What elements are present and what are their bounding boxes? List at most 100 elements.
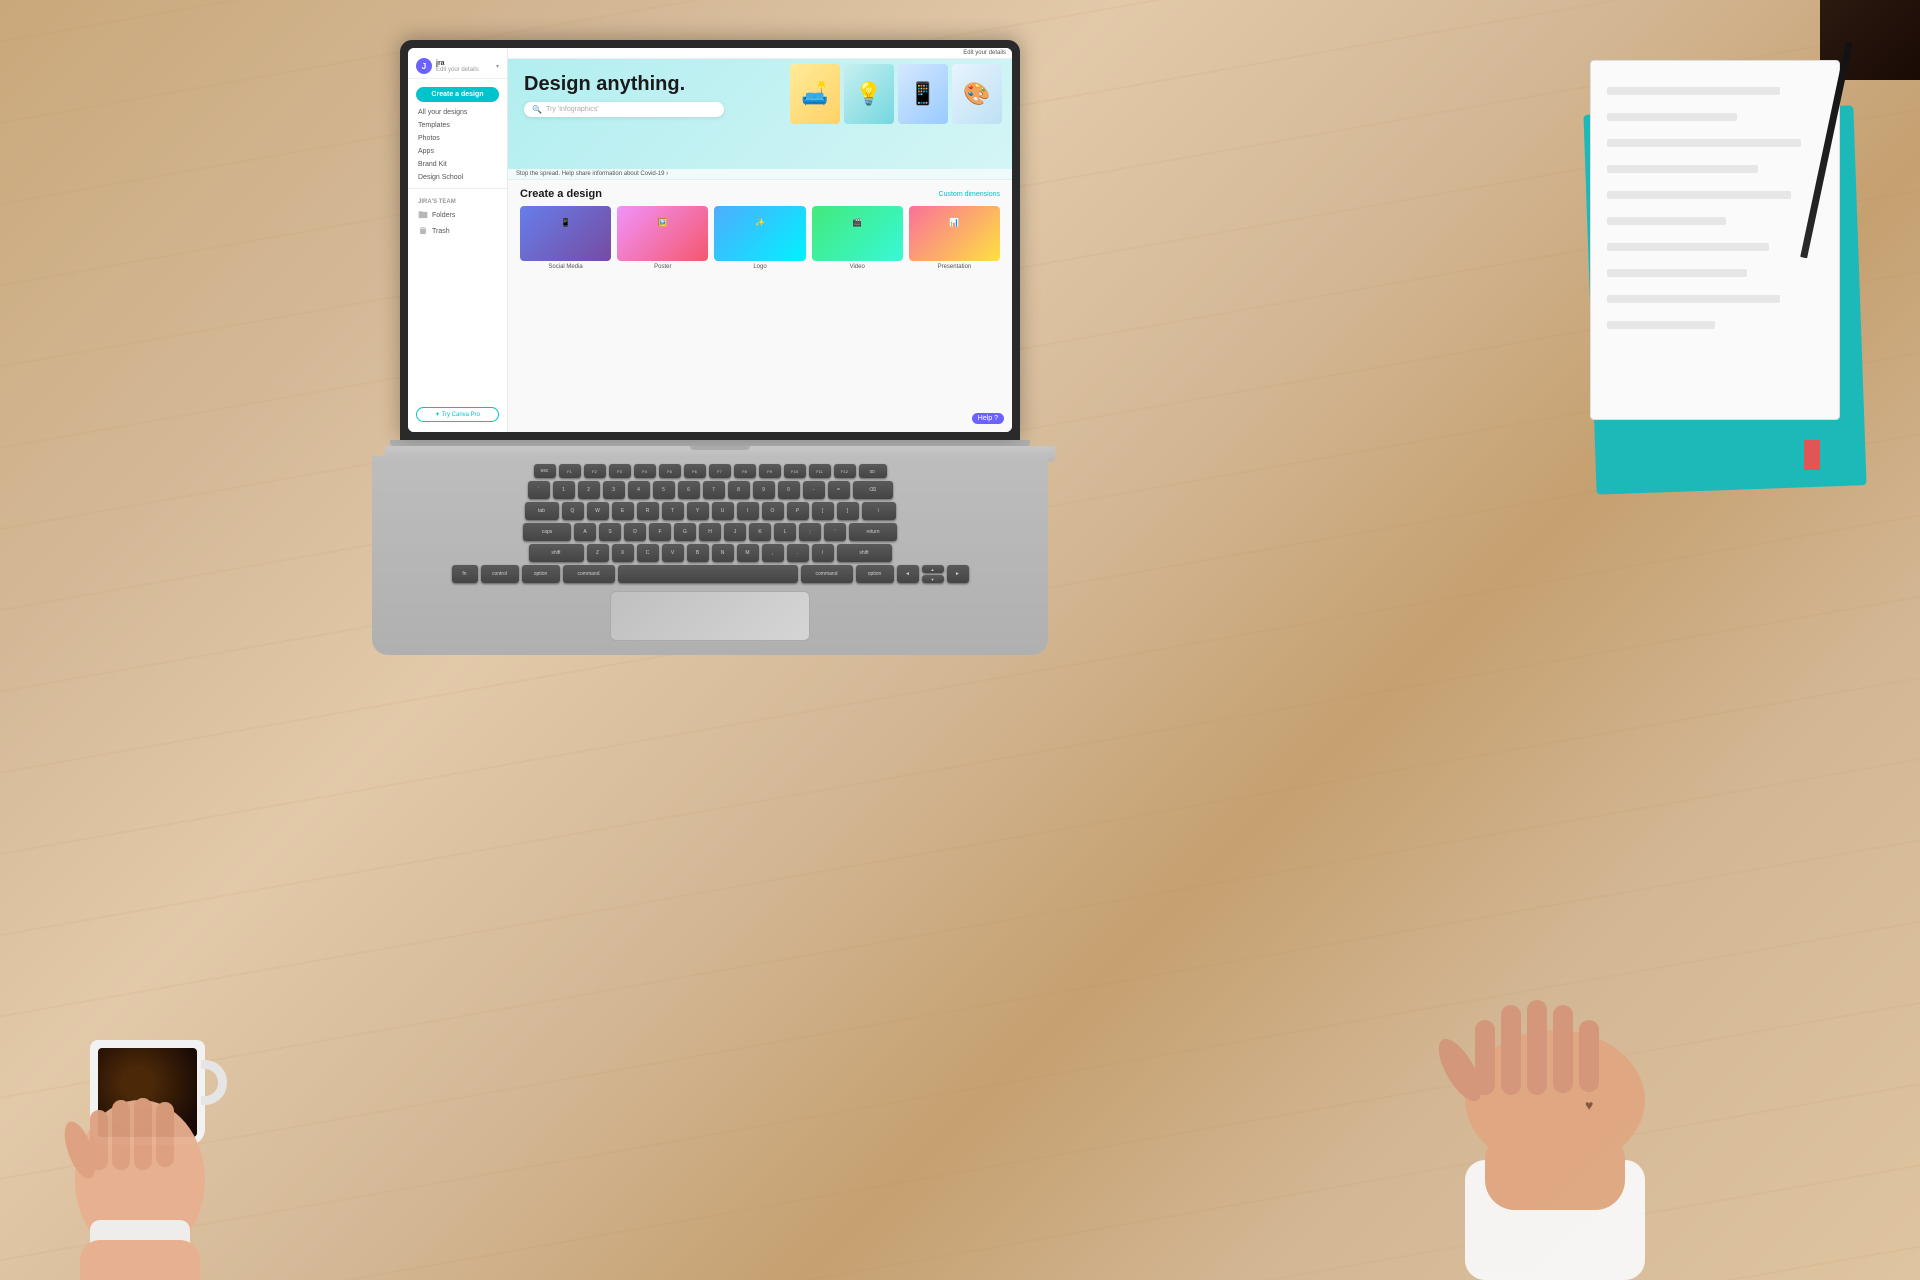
key-f10[interactable]: F10	[784, 464, 806, 478]
key-f1[interactable]: F1	[559, 464, 581, 478]
create-design-button[interactable]: Create a design	[416, 87, 499, 102]
key-i[interactable]: I	[737, 502, 759, 520]
key-control[interactable]: control	[481, 565, 519, 583]
topbar-link[interactable]: Edit your details	[963, 50, 1006, 56]
sidebar-user-section[interactable]: J jra Edit your details ▾	[408, 54, 507, 79]
key-option-right[interactable]: option	[856, 565, 894, 583]
key-semicolon[interactable]: ;	[799, 523, 821, 541]
key-backtick[interactable]: `	[528, 481, 550, 499]
covid-banner[interactable]: Stop the spread. Help share information …	[508, 169, 1012, 180]
key-e[interactable]: E	[612, 502, 634, 520]
key-arrow-up[interactable]: ▲	[922, 565, 944, 573]
key-8[interactable]: 8	[728, 481, 750, 499]
key-y[interactable]: Y	[687, 502, 709, 520]
sidebar-item-photos[interactable]: Photos	[408, 132, 507, 145]
key-return[interactable]: return	[849, 523, 897, 541]
key-g[interactable]: G	[674, 523, 696, 541]
key-f6[interactable]: F6	[684, 464, 706, 478]
key-arrow-left[interactable]: ◄	[897, 565, 919, 583]
key-r[interactable]: R	[637, 502, 659, 520]
key-f3[interactable]: F3	[609, 464, 631, 478]
design-card-logo[interactable]: ✨ Logo	[714, 206, 805, 270]
key-b[interactable]: B	[687, 544, 709, 562]
try-canva-pro-button[interactable]: ✦ Try Canva Pro	[416, 407, 499, 422]
key-tab[interactable]: tab	[525, 502, 559, 520]
key-backspace[interactable]: ⌫	[853, 481, 893, 499]
key-slash[interactable]: /	[812, 544, 834, 562]
help-button[interactable]: Help ?	[972, 413, 1004, 424]
design-card-social-media[interactable]: 📱 Social Media	[520, 206, 611, 270]
key-m[interactable]: M	[737, 544, 759, 562]
key-v[interactable]: V	[662, 544, 684, 562]
key-comma[interactable]: ,	[762, 544, 784, 562]
key-esc[interactable]: esc	[534, 464, 556, 478]
key-k[interactable]: K	[749, 523, 771, 541]
key-l[interactable]: L	[774, 523, 796, 541]
design-card-video[interactable]: 🎬 Video	[812, 206, 903, 270]
key-f4[interactable]: F4	[634, 464, 656, 478]
key-option-left[interactable]: option	[522, 565, 560, 583]
canva-app[interactable]: J jra Edit your details ▾ Create a desig…	[408, 48, 1012, 432]
key-f9[interactable]: F9	[759, 464, 781, 478]
sidebar-item-brand-kit[interactable]: Brand Kit	[408, 158, 507, 171]
key-j[interactable]: J	[724, 523, 746, 541]
custom-dimensions-link[interactable]: Custom dimensions	[939, 191, 1000, 198]
trackpad[interactable]	[610, 591, 810, 641]
sidebar-item-apps[interactable]: Apps	[408, 145, 507, 158]
key-1[interactable]: 1	[553, 481, 575, 499]
sidebar-item-templates[interactable]: Templates	[408, 119, 507, 132]
key-a[interactable]: A	[574, 523, 596, 541]
key-9[interactable]: 9	[753, 481, 775, 499]
key-q[interactable]: Q	[562, 502, 584, 520]
key-x[interactable]: X	[612, 544, 634, 562]
key-t[interactable]: T	[662, 502, 684, 520]
key-4[interactable]: 4	[628, 481, 650, 499]
key-n[interactable]: N	[712, 544, 734, 562]
design-card-poster[interactable]: 🖼️ Poster	[617, 206, 708, 270]
key-c[interactable]: C	[637, 544, 659, 562]
key-h[interactable]: H	[699, 523, 721, 541]
design-card-presentation[interactable]: 📊 Presentation	[909, 206, 1000, 270]
key-spacebar[interactable]	[618, 565, 798, 583]
key-quote[interactable]: '	[824, 523, 846, 541]
key-lbracket[interactable]: [	[812, 502, 834, 520]
key-z[interactable]: Z	[587, 544, 609, 562]
key-u[interactable]: U	[712, 502, 734, 520]
key-3[interactable]: 3	[603, 481, 625, 499]
key-f2[interactable]: F2	[584, 464, 606, 478]
key-2[interactable]: 2	[578, 481, 600, 499]
key-f5[interactable]: F5	[659, 464, 681, 478]
key-delete[interactable]: ⌦	[859, 464, 887, 478]
key-rbracket[interactable]: ]	[837, 502, 859, 520]
key-7[interactable]: 7	[703, 481, 725, 499]
key-f12[interactable]: F12	[834, 464, 856, 478]
sidebar-item-folders[interactable]: Folders	[408, 207, 507, 223]
key-f8[interactable]: F8	[734, 464, 756, 478]
key-f11[interactable]: F11	[809, 464, 831, 478]
sidebar-item-all-designs[interactable]: All your designs	[408, 106, 507, 119]
key-shift-right[interactable]: shift	[837, 544, 892, 562]
key-command-right[interactable]: command	[801, 565, 853, 583]
key-equals[interactable]: =	[828, 481, 850, 499]
key-fn[interactable]: fn	[452, 565, 478, 583]
key-w[interactable]: W	[587, 502, 609, 520]
key-p[interactable]: P	[787, 502, 809, 520]
key-0[interactable]: 0	[778, 481, 800, 499]
key-s[interactable]: S	[599, 523, 621, 541]
key-minus[interactable]: -	[803, 481, 825, 499]
key-arrow-right[interactable]: ►	[947, 565, 969, 583]
key-d[interactable]: D	[624, 523, 646, 541]
key-period[interactable]: .	[787, 544, 809, 562]
key-command-left[interactable]: command	[563, 565, 615, 583]
key-backslash[interactable]: \	[862, 502, 896, 520]
key-shift-left[interactable]: shift	[529, 544, 584, 562]
key-5[interactable]: 5	[653, 481, 675, 499]
hero-search-bar[interactable]: 🔍 Try 'Infographics'	[524, 102, 724, 117]
key-caps[interactable]: caps	[523, 523, 571, 541]
key-f7[interactable]: F7	[709, 464, 731, 478]
sidebar-item-design-school[interactable]: Design School	[408, 171, 507, 184]
key-o[interactable]: O	[762, 502, 784, 520]
key-arrow-down[interactable]: ▼	[922, 575, 944, 583]
key-f[interactable]: F	[649, 523, 671, 541]
sidebar-item-trash[interactable]: Trash	[408, 223, 507, 239]
